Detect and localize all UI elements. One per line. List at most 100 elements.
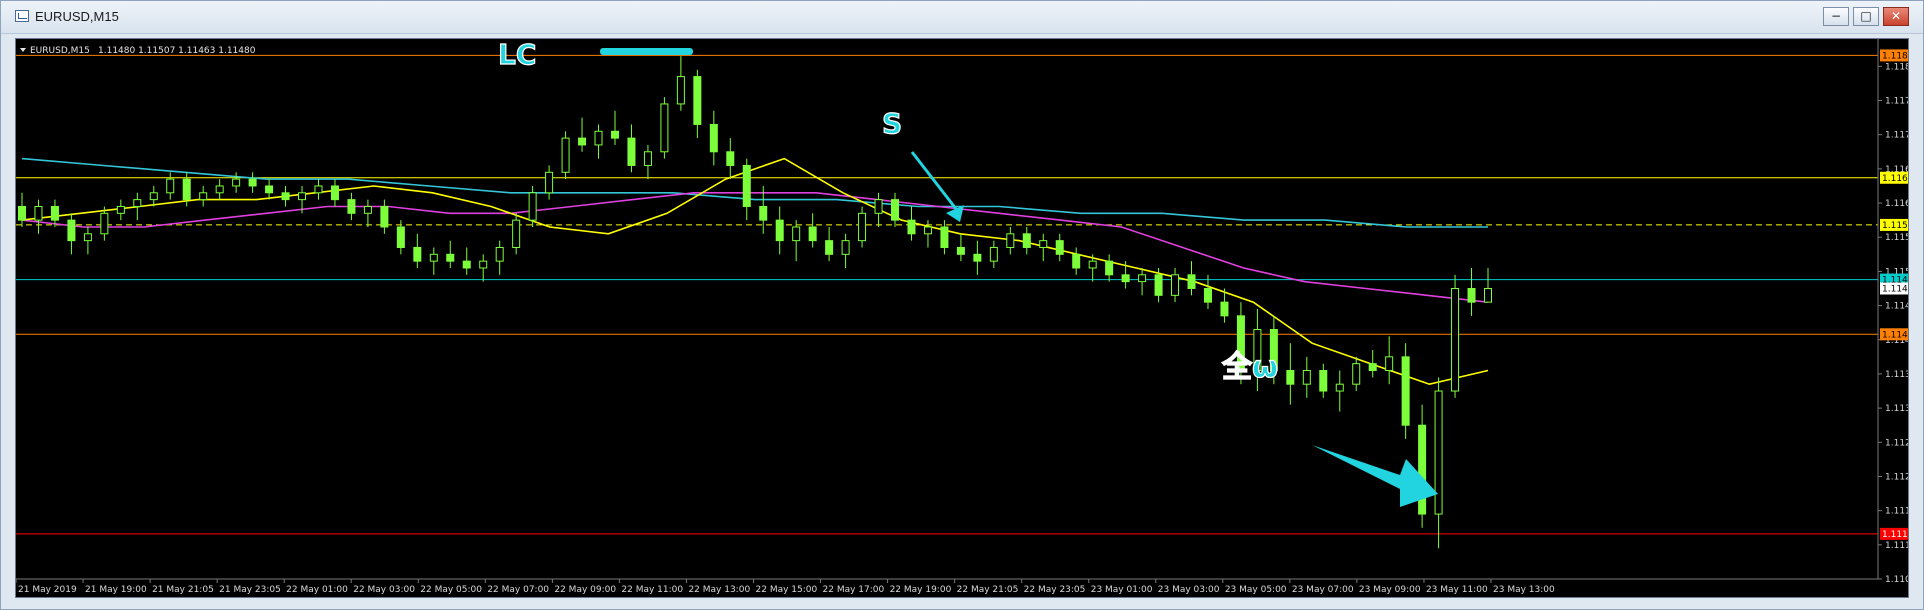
annotation-s: S	[882, 107, 902, 140]
candle-body	[1055, 240, 1064, 255]
chart-ohlc: 1.11480 1.11507 1.11463 1.11480	[98, 46, 256, 56]
candle-body	[18, 205, 26, 221]
price-line-label: 1.11821	[1882, 51, 1909, 61]
price-line-label: 1.11413	[1882, 330, 1909, 340]
candle-body	[1368, 363, 1377, 372]
close-button[interactable]: ✕	[1883, 7, 1909, 26]
candle-body	[1088, 260, 1097, 269]
candle-body	[1039, 240, 1048, 248]
candle-body	[1352, 363, 1361, 385]
title-bar[interactable]: EURUSD,M15 − □ ✕	[1, 1, 1923, 34]
candle-body	[1154, 274, 1163, 296]
candle-body	[956, 246, 965, 255]
current-price-label: 1.11480	[1882, 284, 1909, 294]
candle-body	[396, 226, 405, 248]
time-tick-label: 23 May 09:00	[1359, 585, 1421, 595]
candle-body	[215, 185, 224, 194]
time-tick-label: 23 May 03:00	[1158, 585, 1220, 595]
candle-body	[1187, 274, 1196, 289]
time-tick-label: 22 May 13:00	[688, 585, 750, 595]
time-tick-label: 21 May 19:00	[85, 585, 147, 595]
candle-body	[1286, 370, 1295, 385]
candle-body	[347, 199, 356, 214]
price-tick-label: 1.11455	[1885, 302, 1909, 312]
chart-window-icon	[15, 10, 29, 22]
chart-canvas[interactable]: 1.118051.117551.117051.116551.116051.115…	[16, 39, 1909, 598]
candle-body	[1385, 356, 1394, 372]
candle-body	[133, 199, 142, 207]
candle-body	[265, 185, 274, 194]
candle-body	[858, 212, 867, 242]
candle-body	[907, 219, 916, 235]
candle-body	[1121, 274, 1130, 283]
candle-body	[594, 130, 603, 146]
candle-body	[363, 205, 372, 214]
price-line-label: 1.11642	[1882, 174, 1909, 184]
candle-body	[1418, 424, 1427, 515]
time-tick-label: 21 May 21:05	[152, 585, 214, 595]
candle-body	[232, 178, 241, 187]
candle-body	[1302, 370, 1311, 385]
candle-body	[199, 192, 208, 201]
candle-body	[561, 137, 570, 173]
time-tick-label: 22 May 17:00	[823, 585, 885, 595]
candle-body	[429, 253, 438, 262]
candle-body	[989, 246, 998, 262]
restore-button[interactable]: □	[1853, 7, 1879, 26]
time-tick-label: 22 May 09:00	[554, 585, 616, 595]
time-tick-label: 21 May 2019	[18, 585, 77, 595]
time-tick-label: 22 May 01:00	[286, 585, 348, 595]
price-tick-label: 1.11205	[1885, 472, 1909, 482]
time-tick-label: 23 May 11:00	[1426, 585, 1488, 595]
candle-body	[825, 240, 834, 255]
time-tick-label: 22 May 07:00	[487, 585, 549, 595]
time-tick-label: 22 May 11:00	[621, 585, 683, 595]
candle-body	[891, 199, 900, 221]
candle-body	[1072, 253, 1081, 269]
candle-body	[874, 199, 883, 214]
candle-body	[940, 226, 949, 248]
candle-body	[1451, 287, 1460, 392]
time-tick-label: 22 May 03:00	[353, 585, 415, 595]
terminal-window: EURUSD,M15 − □ ✕ 1.11805 1.11755 1.11705 1.…	[0, 0, 1924, 610]
candle-body	[330, 185, 339, 201]
candle-body	[1335, 383, 1344, 392]
candle-body	[808, 226, 817, 242]
time-tick-label: 22 May 19:00	[890, 585, 952, 595]
time-tick-label: 23 May 01:00	[1091, 585, 1153, 595]
candle-body	[1171, 274, 1180, 296]
ma-magenta-line	[21, 192, 1489, 303]
time-tick-label: 23 May 05:00	[1225, 585, 1287, 595]
minimize-button[interactable]: −	[1823, 7, 1849, 26]
annotation-lc: LC	[498, 39, 536, 71]
annotation-lc-bar	[600, 48, 693, 55]
candle-body	[100, 212, 109, 235]
price-line-label: 1.11573	[1882, 221, 1909, 231]
candle-body	[380, 205, 389, 228]
candle-body	[413, 246, 422, 262]
price-chart[interactable]: 1.118051.117551.117051.116551.116051.115…	[15, 38, 1909, 598]
candle-body	[1138, 274, 1147, 283]
triangle-down-icon[interactable]	[20, 48, 26, 52]
price-tick-label: 1.11555	[1885, 233, 1909, 243]
time-tick-label: 22 May 15:00	[756, 585, 818, 595]
candle-body	[479, 260, 488, 269]
candle-body	[34, 205, 43, 221]
candle-body	[693, 76, 702, 125]
candle-body	[545, 171, 554, 194]
price-tick-label: 1.11155	[1885, 507, 1909, 517]
price-tick-label: 1.11105	[1885, 541, 1909, 551]
candle-body	[1220, 301, 1229, 317]
chart-symbol: EURUSD,M15	[30, 46, 90, 56]
time-tick-label: 22 May 23:05	[1024, 585, 1086, 595]
price-tick-label: 1.11805	[1885, 62, 1909, 72]
candle-body	[578, 137, 587, 146]
candle-body	[792, 226, 801, 242]
candle-body	[83, 233, 92, 242]
candle-body	[973, 253, 982, 262]
time-tick-label: 22 May 05:00	[420, 585, 482, 595]
candle-body	[726, 151, 735, 166]
candle-body	[1006, 233, 1015, 248]
candle-body	[759, 205, 768, 221]
candle-body	[742, 164, 751, 207]
